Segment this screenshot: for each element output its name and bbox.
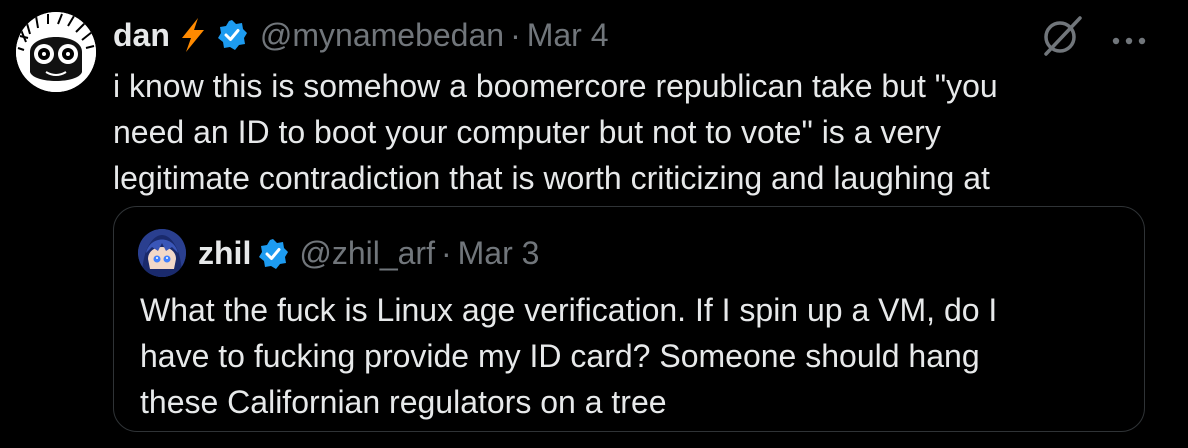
- quoted-tweet-text: What the fuck is Linux age verification.…: [140, 292, 998, 420]
- thread-connector: [180, 0, 340, 5]
- author-handle[interactable]: @mynamebedan: [260, 17, 504, 54]
- tweet-date[interactable]: Mar 4: [527, 17, 609, 54]
- separator-dot: ·: [440, 235, 452, 271]
- author-avatar[interactable]: [16, 12, 96, 92]
- quoted-author-avatar[interactable]: [138, 229, 186, 277]
- quoted-tweet[interactable]: zhil @zhil_arf · Mar 3 What the fuck is …: [113, 206, 1145, 432]
- quoted-tweet-header: zhil @zhil_arf · Mar 3: [198, 235, 539, 272]
- lightning-bolt-icon: [178, 18, 208, 52]
- verified-badge-icon[interactable]: [216, 19, 248, 51]
- verified-badge-icon[interactable]: [257, 238, 289, 270]
- grok-icon[interactable]: [1040, 16, 1084, 56]
- tweet-header: dan @mynamebedan · Mar 4: [113, 15, 609, 55]
- separator-dot: ·: [510, 16, 521, 53]
- author-name[interactable]: dan: [113, 17, 170, 54]
- quoted-author-name[interactable]: zhil: [198, 235, 251, 272]
- avatar-icon: [138, 229, 186, 277]
- avatar-icon: [16, 12, 96, 92]
- quoted-author-handle[interactable]: @zhil_arf: [299, 235, 435, 272]
- quoted-tweet-date[interactable]: Mar 3: [458, 235, 540, 272]
- more-options-icon[interactable]: [1112, 32, 1148, 45]
- tweet[interactable]: dan @mynamebedan · Mar 4 i know this is …: [0, 0, 1188, 448]
- tweet-text: i know this is somehow a boomercore repu…: [113, 68, 998, 196]
